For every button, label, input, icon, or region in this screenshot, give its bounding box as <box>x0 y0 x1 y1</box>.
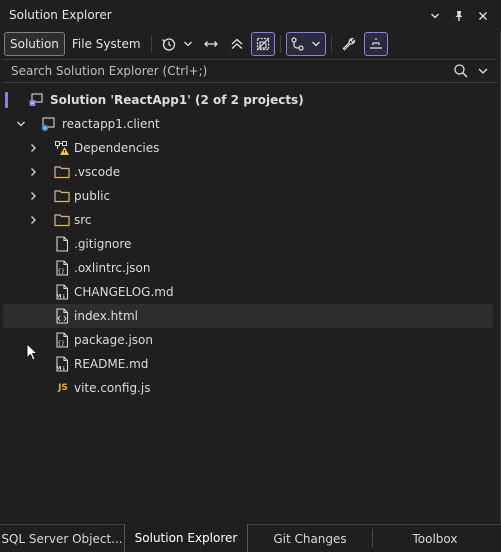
collapse-all-icon[interactable] <box>225 32 249 56</box>
tree-item-label: .oxlintrc.json <box>74 261 151 275</box>
svg-text:M↓: M↓ <box>56 365 66 372</box>
tool-window-tabs: SQL Server Object... Solution Explorer G… <box>0 524 501 552</box>
collapsed-chevron-icon[interactable] <box>26 189 40 203</box>
tree-row-file[interactable]: M↓ README.md <box>3 352 493 376</box>
file-system-view-button[interactable]: File System <box>67 32 146 56</box>
tab-toolbox[interactable]: Toolbox <box>373 525 497 552</box>
properties-wrench-icon[interactable] <box>337 32 361 56</box>
toolbar: Solution File System <box>0 30 501 58</box>
markdown-file-icon: M↓ <box>54 356 70 372</box>
window-title: Solution Explorer <box>9 8 112 22</box>
svg-text:{}: {} <box>58 340 65 347</box>
tree-row-folder[interactable]: .vscode <box>3 160 493 184</box>
tree-row-folder[interactable]: public <box>3 184 493 208</box>
project-icon <box>40 116 56 132</box>
markdown-file-icon: M↓ <box>54 284 70 300</box>
tree-item-label: .vscode <box>74 165 121 179</box>
tab-solution-explorer[interactable]: Solution Explorer <box>124 524 248 552</box>
collapsed-chevron-icon[interactable] <box>26 165 40 179</box>
search-input[interactable] <box>11 64 441 78</box>
search-icons <box>453 63 491 82</box>
show-all-files-icon[interactable] <box>250 32 275 56</box>
toolbar-separator <box>279 35 281 53</box>
tab-sql-server-object-explorer[interactable]: SQL Server Object... <box>0 525 124 552</box>
tab-git-changes[interactable]: Git Changes <box>248 525 372 552</box>
folder-icon <box>54 212 70 228</box>
html-file-icon <box>54 308 70 324</box>
preview-selected-items-icon[interactable] <box>363 32 388 56</box>
folder-icon <box>54 188 70 204</box>
js-badge: JS <box>58 383 68 393</box>
json-file-icon: {} <box>54 332 70 348</box>
toolbar-separator <box>330 35 332 53</box>
mouse-pointer-icon <box>26 343 39 364</box>
history-dropdown-chevron-icon[interactable] <box>181 32 195 56</box>
search-icon[interactable] <box>453 63 469 82</box>
javascript-file-icon: JS <box>54 380 72 396</box>
tree-row-file[interactable]: index.html <box>3 304 493 328</box>
window-controls <box>423 7 495 25</box>
tree-item-label: index.html <box>74 309 138 323</box>
title-bar: Solution Explorer <box>0 0 501 30</box>
collapsed-chevron-icon[interactable] <box>26 213 40 227</box>
solution-icon <box>28 92 44 108</box>
toolbar-separator <box>150 35 152 53</box>
tree-item-label: Dependencies <box>74 141 160 155</box>
search-options-chevron-icon[interactable] <box>475 63 491 82</box>
collapsed-chevron-icon[interactable] <box>26 141 40 155</box>
tree-item-label: vite.config.js <box>74 381 151 395</box>
selection-accent-bar <box>5 92 8 108</box>
tree-row-folder[interactable]: src <box>3 208 493 232</box>
tree-item-label: package.json <box>74 333 154 347</box>
svg-text:M↓: M↓ <box>56 293 66 300</box>
history-icon[interactable] <box>157 32 181 56</box>
tree-item-label: CHANGELOG.md <box>74 285 174 299</box>
file-icon <box>54 236 70 252</box>
solution-tree: Solution 'ReactApp1' (2 of 2 projects) r… <box>3 88 497 516</box>
svg-text:{}: {} <box>58 268 65 275</box>
pending-changes-filter-button[interactable] <box>285 32 326 56</box>
solution-view-button[interactable]: Solution <box>4 32 65 56</box>
tree-row-file[interactable]: {} package.json <box>3 328 493 352</box>
tree-item-label: src <box>74 213 92 227</box>
tree-row-file[interactable]: M↓ CHANGELOG.md <box>3 280 493 304</box>
project-label: reactapp1.client <box>62 117 160 131</box>
folder-icon <box>54 164 70 180</box>
tree-row-file[interactable]: .gitignore <box>3 232 493 256</box>
pin-icon[interactable] <box>447 7 471 25</box>
tree-item-label: public <box>74 189 111 203</box>
tree-row-solution[interactable]: Solution 'ReactApp1' (2 of 2 projects) <box>3 88 493 112</box>
tree-item-label: .gitignore <box>74 237 132 251</box>
dropdown-chevron-icon[interactable] <box>423 7 447 25</box>
tree-row-file[interactable]: JS vite.config.js <box>3 376 493 400</box>
tree-row-file[interactable]: {} .oxlintrc.json <box>3 256 493 280</box>
json-file-icon: {} <box>54 260 70 276</box>
dependencies-warning-icon <box>54 140 70 156</box>
tree-row-dependencies[interactable]: Dependencies <box>3 136 493 160</box>
close-icon[interactable] <box>471 7 495 25</box>
tree-row-project[interactable]: reactapp1.client <box>3 112 493 136</box>
sync-with-active-document-icon[interactable] <box>199 32 223 56</box>
tree-item-label: README.md <box>74 357 149 371</box>
solution-label: Solution 'ReactApp1' (2 of 2 projects) <box>50 93 304 107</box>
expanded-chevron-icon[interactable] <box>14 117 28 131</box>
search-box[interactable] <box>3 59 497 83</box>
